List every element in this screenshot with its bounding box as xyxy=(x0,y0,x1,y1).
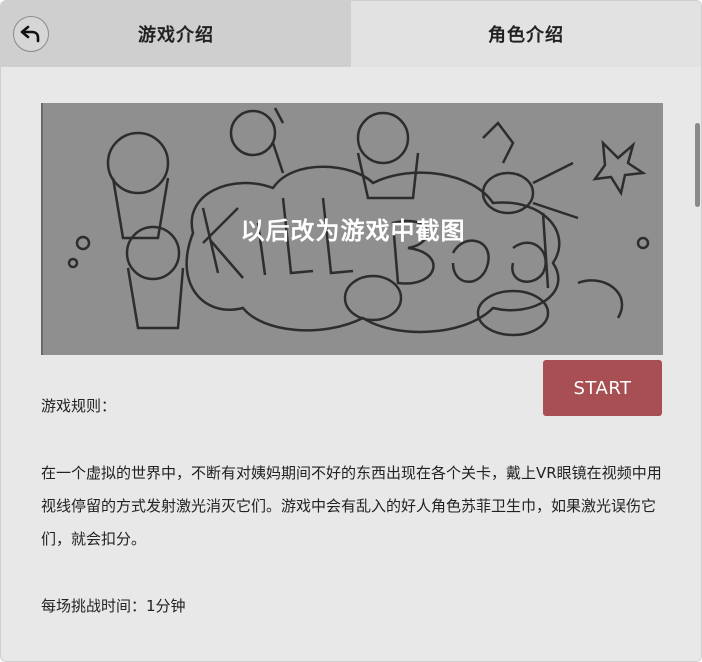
back-button[interactable] xyxy=(13,16,49,52)
rules-title: 游戏规则： xyxy=(41,397,117,415)
tab-game-intro-label: 游戏介绍 xyxy=(138,25,214,46)
challenge-time: 每场挑战时间：1分钟 xyxy=(41,597,186,615)
tab-character-intro[interactable]: 角色介绍 xyxy=(351,1,701,67)
scrollbar-thumb[interactable] xyxy=(695,123,700,207)
tab-character-intro-label: 角色介绍 xyxy=(488,25,564,46)
tab-game-intro[interactable]: 游戏介绍 xyxy=(1,1,351,67)
back-arrow-icon xyxy=(20,25,40,43)
rules-description: 在一个虚拟的世界中，不断有对姨妈期间不好的东西出现在各个关卡，戴上VR眼镜在视频… xyxy=(41,464,662,548)
game-screenshot-banner: 以后改为游戏中截图 xyxy=(41,103,663,355)
start-button[interactable]: START xyxy=(543,360,662,416)
game-intro-panel: 以后改为游戏中截图 START 游戏规则： 在一个虚拟的世界中，不断有对姨妈期间… xyxy=(1,67,701,661)
tab-bar: 游戏介绍 角色介绍 xyxy=(1,1,701,67)
banner-caption: 以后改为游戏中截图 xyxy=(240,216,466,245)
app-frame: 游戏介绍 角色介绍 以后改为游戏中截图 START 游戏规则： 在一个虚拟的世界… xyxy=(0,0,702,662)
